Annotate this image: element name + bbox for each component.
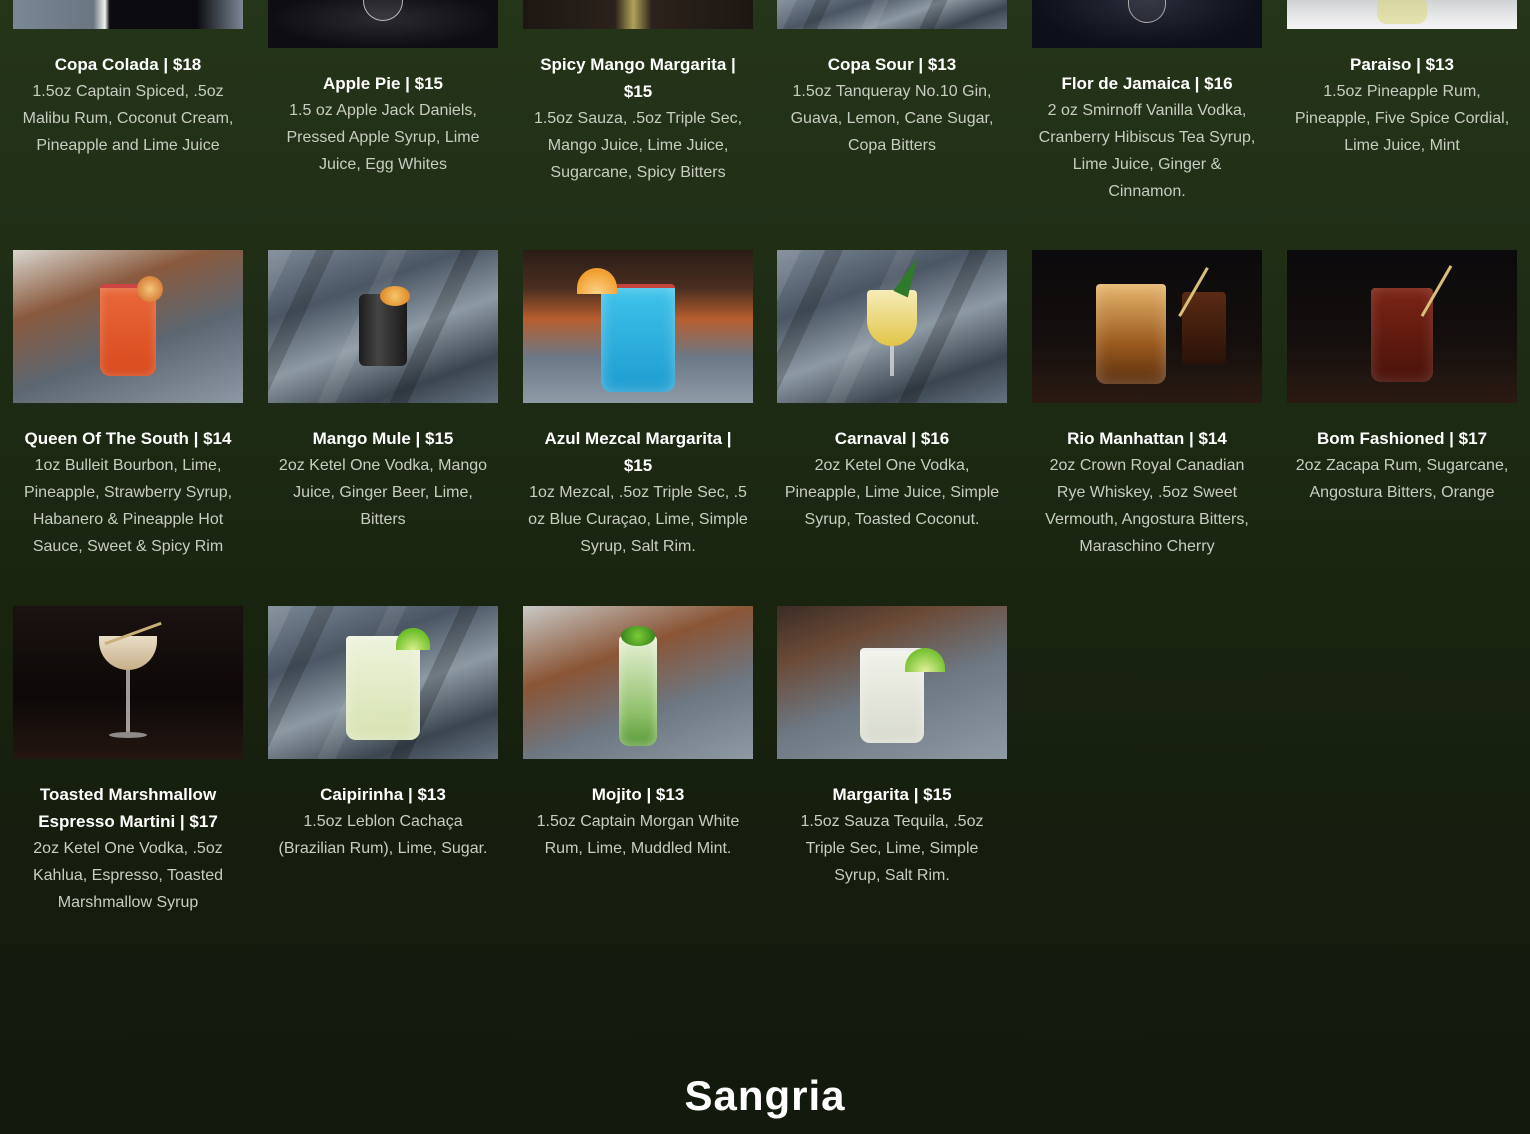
drink-description: 2oz Ketel One Vodka, .5oz Kahlua, Espres… — [32, 840, 224, 911]
drink-photo — [13, 250, 243, 403]
drink-card-rio-manhattan: Rio Manhattan | $14 2oz Crown Royal Cana… — [1032, 250, 1262, 560]
drink-card-copa-sour: Copa Sour | $13 1.5oz Tanqueray No.10 Gi… — [777, 0, 1007, 159]
drink-title: Apple Pie | $15 — [322, 74, 444, 93]
glass-graphic — [867, 290, 917, 346]
drink-description: 1.5 oz Apple Jack Daniels, Pressed Apple… — [286, 102, 480, 173]
drink-title: Azul Mezcal Margarita | $15 — [544, 429, 732, 475]
glass-graphic — [346, 636, 420, 740]
drink-description: 1.5oz Pineapple Rum, Pineapple, Five Spi… — [1294, 83, 1510, 154]
orange-wheel-garnish — [137, 276, 163, 302]
section-heading-sangria: Sangria — [684, 1072, 846, 1119]
glass-stem — [126, 670, 130, 732]
glass-graphic — [1377, 0, 1427, 24]
drink-title: Rio Manhattan | $14 — [1067, 429, 1227, 448]
drink-title: Copa Colada | $18 — [54, 55, 202, 74]
drink-card-flor-de-jamaica: Flor de Jamaica | $16 2 oz Smirnoff Vani… — [1032, 0, 1262, 205]
drink-card-copa-colada: Copa Colada | $18 1.5oz Captain Spiced, … — [13, 0, 243, 159]
glass-graphic — [1095, 284, 1166, 384]
drink-title: Mango Mule | $15 — [312, 429, 454, 448]
drink-title: Flor de Jamaica | $16 — [1061, 74, 1233, 93]
lime-wedge-garnish — [396, 628, 430, 650]
drink-card-bom-fashioned: Bom Fashioned | $17 2oz Zacapa Rum, Suga… — [1287, 250, 1517, 506]
drink-title: Mojito | $13 — [591, 785, 685, 804]
drink-title: Caipirinha | $13 — [320, 785, 446, 804]
drink-photo — [13, 0, 243, 29]
drink-title: Carnaval | $16 — [834, 429, 950, 448]
glass-graphic — [601, 284, 675, 392]
drink-title: Copa Sour | $13 — [827, 55, 957, 74]
drink-photo — [268, 250, 498, 403]
drink-description: 2oz Zacapa Rum, Sugarcane, Angostura Bit… — [1295, 457, 1509, 501]
drink-card-apple-pie: Apple Pie | $15 1.5 oz Apple Jack Daniel… — [268, 0, 498, 178]
drink-photo — [777, 250, 1007, 403]
drink-description: 1oz Mezcal, .5oz Triple Sec, .5 oz Blue … — [528, 484, 748, 555]
drink-description: 2oz Ketel One Vodka, Mango Juice, Ginger… — [278, 457, 488, 528]
drink-description: 1.5oz Sauza, .5oz Triple Sec, Mango Juic… — [533, 110, 743, 181]
drink-description: 2oz Crown Royal Canadian Rye Whiskey, .5… — [1045, 457, 1249, 555]
drink-photo — [777, 606, 1007, 759]
drink-photo — [1032, 0, 1262, 48]
orange-wedge-garnish — [577, 268, 617, 294]
drink-description: 1.5oz Leblon Cachaça (Brazilian Rum), Li… — [278, 813, 488, 857]
drink-card-toasted-marshmallow-espresso-martini: Toasted Marshmallow Espresso Martini | $… — [13, 606, 243, 916]
drink-photo — [777, 0, 1007, 29]
drink-photo — [268, 0, 498, 48]
drink-description: 1.5oz Captain Morgan White Rum, Lime, Mu… — [536, 813, 740, 857]
drink-photo — [1032, 250, 1262, 403]
drink-description: 2 oz Smirnoff Vanilla Vodka, Cranberry H… — [1038, 102, 1256, 200]
drink-description: 1.5oz Sauza Tequila, .5oz Triple Sec, Li… — [800, 813, 984, 884]
drink-card-azul-mezcal-margarita: Azul Mezcal Margarita | $15 1oz Mezcal, … — [523, 250, 753, 560]
drink-description: 1oz Bulleit Bourbon, Lime, Pineapple, St… — [23, 457, 233, 555]
drink-photo — [268, 606, 498, 759]
drink-photo — [523, 0, 753, 29]
pineapple-leaf-garnish — [893, 254, 925, 298]
glass-graphic — [619, 636, 657, 746]
drink-card-queen-of-the-south: Queen Of The South | $14 1oz Bulleit Bou… — [13, 250, 243, 560]
drink-photo — [1287, 250, 1517, 403]
glass-graphic — [1371, 288, 1433, 382]
drink-description: 2oz Ketel One Vodka, Pineapple, Lime Jui… — [784, 457, 1000, 528]
drink-title: Toasted Marshmallow Espresso Martini | $… — [38, 785, 218, 831]
glass-foot — [109, 732, 147, 738]
orange-wheel-garnish — [380, 286, 410, 306]
drink-title: Margarita | $15 — [832, 785, 952, 804]
drink-card-mojito: Mojito | $13 1.5oz Captain Morgan White … — [523, 606, 753, 862]
drink-card-spicy-mango-margarita: Spicy Mango Margarita | $15 1.5oz Sauza,… — [523, 0, 753, 186]
glass-graphic — [363, 0, 403, 21]
drink-photo — [13, 606, 243, 759]
drink-card-paraiso: Paraiso | $13 1.5oz Pineapple Rum, Pinea… — [1287, 0, 1517, 159]
drink-photo — [523, 250, 753, 403]
drink-title: Paraiso | $13 — [1350, 55, 1454, 74]
drink-photo — [1287, 0, 1517, 29]
drink-title: Bom Fashioned | $17 — [1316, 429, 1488, 448]
glass-stem — [890, 346, 894, 376]
drink-description: 1.5oz Captain Spiced, .5oz Malibu Rum, C… — [22, 83, 234, 154]
drink-title: Queen Of The South | $14 — [24, 429, 232, 448]
drink-title: Spicy Mango Margarita | $15 — [540, 55, 736, 101]
glass-graphic — [1128, 0, 1166, 23]
drink-card-carnaval: Carnaval | $16 2oz Ketel One Vodka, Pine… — [777, 250, 1007, 533]
drink-card-caipirinha: Caipirinha | $13 1.5oz Leblon Cachaça (B… — [268, 606, 498, 862]
drink-card-margarita: Margarita | $15 1.5oz Sauza Tequila, .5o… — [777, 606, 1007, 889]
drink-description: 1.5oz Tanqueray No.10 Gin, Guava, Lemon,… — [790, 83, 994, 154]
drink-photo — [523, 606, 753, 759]
drink-card-mango-mule: Mango Mule | $15 2oz Ketel One Vodka, Ma… — [268, 250, 498, 533]
mint-garnish — [621, 626, 655, 646]
